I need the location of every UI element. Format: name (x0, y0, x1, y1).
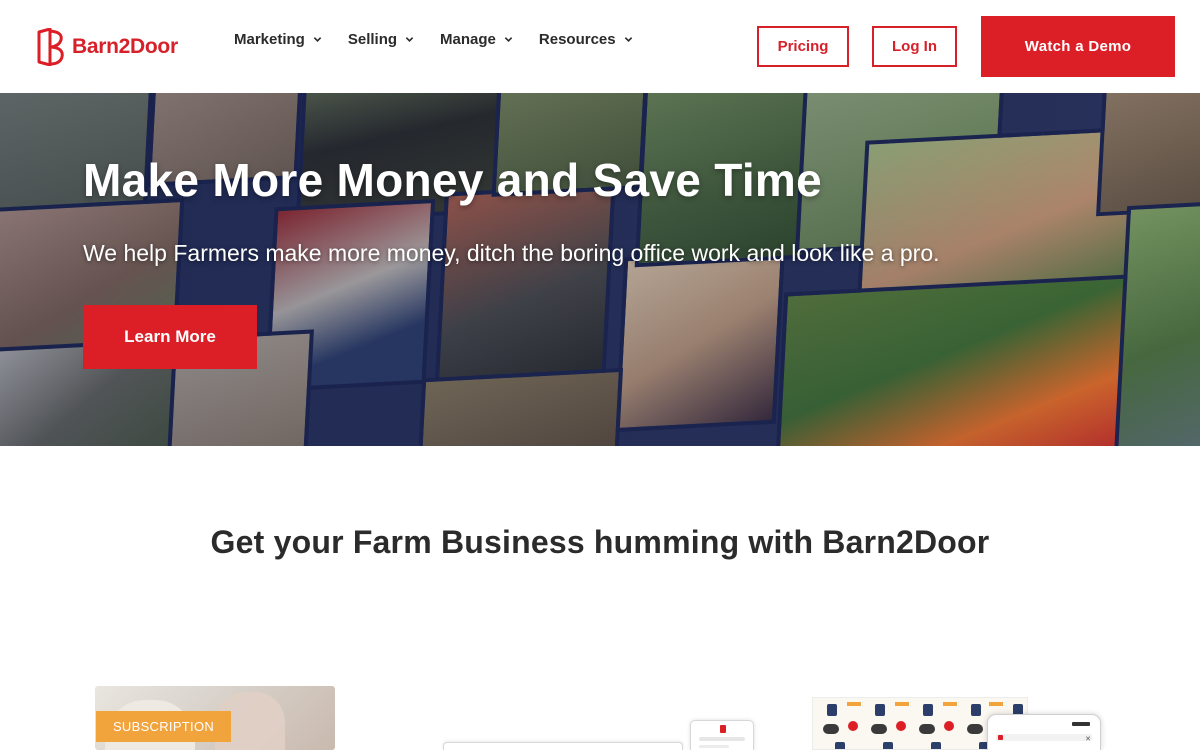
nav-item-label: Manage (440, 30, 496, 48)
watch-demo-button[interactable]: Watch a Demo (981, 16, 1175, 77)
features-heading: Get your Farm Business humming with Barn… (210, 524, 990, 560)
hero-banner: Make More Money and Save Time We help Fa… (0, 93, 1200, 446)
phone-app-mockup-image: ✕ (987, 714, 1101, 750)
pricing-button[interactable]: Pricing (757, 26, 849, 67)
learn-more-button[interactable]: Learn More (83, 305, 257, 369)
brand-logo[interactable]: Barn2Door (36, 28, 178, 66)
chevron-down-icon (405, 36, 414, 42)
chevron-down-icon (504, 36, 513, 42)
brand-name: Barn2Door (72, 35, 178, 58)
nav-item-marketing[interactable]: Marketing (234, 29, 322, 49)
close-icon: ✕ (1085, 736, 1091, 743)
nav-item-resources[interactable]: Resources (539, 29, 633, 49)
subscription-tag: SUBSCRIPTION (96, 711, 231, 742)
login-button[interactable]: Log In (872, 26, 957, 67)
phone-mockup-image (690, 720, 754, 750)
chevron-down-icon (313, 36, 322, 42)
nav-item-label: Selling (347, 30, 398, 48)
site-header: Barn2Door Marketing Selling Manage Resou… (0, 0, 1200, 93)
nav-item-selling[interactable]: Selling (348, 29, 414, 49)
chevron-down-icon (624, 36, 632, 42)
nav-item-label: Resources (538, 30, 616, 48)
barn2door-logo-icon (37, 28, 64, 66)
hero-subtitle: We help Farmers make more money, ditch t… (83, 240, 940, 266)
nav-item-label: Marketing (234, 30, 305, 48)
hero-title: Make More Money and Save Time (83, 154, 822, 206)
nav-item-manage[interactable]: Manage (440, 29, 513, 49)
desktop-mockup-image (443, 742, 683, 750)
main-nav: Marketing Selling Manage Resources (234, 29, 659, 49)
